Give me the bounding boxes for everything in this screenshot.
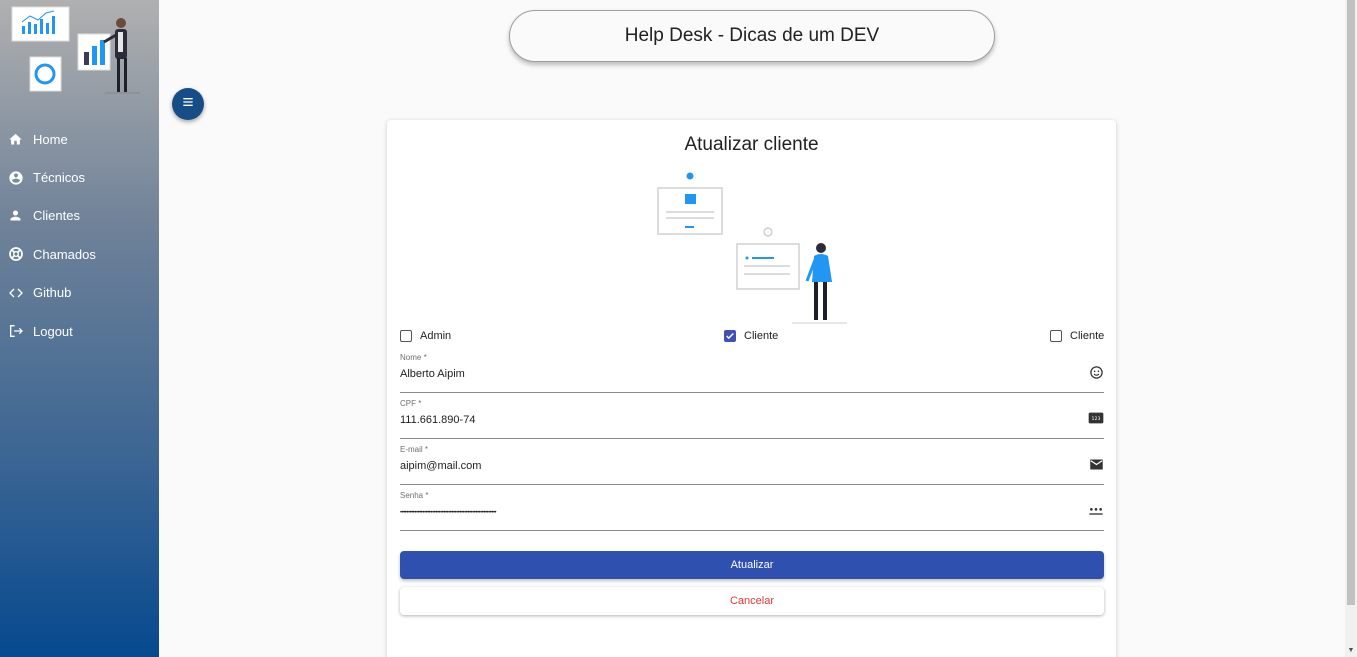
sidebar-item-label: Logout <box>33 323 73 339</box>
menu-toggle-button[interactable] <box>172 88 204 120</box>
checkbox-label: Admin <box>420 330 452 342</box>
update-client-card: Atualizar cliente Admin Cliente Cliente … <box>387 120 1116 657</box>
checkbox-label: Cliente <box>744 330 779 342</box>
scroll-down-arrow-icon[interactable]: ▼ <box>1347 647 1355 655</box>
nome-input[interactable]: Alberto Aipim <box>400 368 465 380</box>
profile-cliente-2-checkbox[interactable]: Cliente <box>1050 330 1104 342</box>
profile-checkboxes: Admin Cliente Cliente <box>400 330 1104 346</box>
sidebar-item-label: Github <box>33 285 72 301</box>
sidebar-item-label: Clientes <box>33 208 80 224</box>
logout-icon <box>7 323 24 340</box>
check-icon <box>726 332 734 340</box>
menu-icon <box>180 94 196 115</box>
form-title: Atualizar cliente <box>684 134 819 155</box>
password-icon <box>1088 502 1104 518</box>
nome-field[interactable]: Nome * Alberto Aipim <box>400 353 1104 393</box>
person-icon <box>7 207 24 224</box>
sidebar-item-chamados[interactable]: Chamados <box>0 235 159 273</box>
senha-field[interactable]: Senha * ••••••••••••••••••••••••••••••••… <box>400 491 1104 531</box>
emoji-icon <box>1088 364 1104 380</box>
checkbox-box <box>1050 330 1062 342</box>
checkbox-label: Cliente <box>1070 330 1105 342</box>
sidebar-item-label: Home <box>33 131 68 147</box>
account-circle-icon <box>7 169 24 186</box>
profile-cliente-checkbox[interactable]: Cliente <box>724 330 778 342</box>
numbers-icon: 123 <box>1088 410 1104 426</box>
sidebar-item-github[interactable]: Github <box>0 274 159 312</box>
checkbox-box <box>400 330 412 342</box>
cpf-input[interactable]: 111.661.890-74 <box>400 414 475 426</box>
sidebar: Home Técnicos Clientes Chamados Github L… <box>0 0 159 657</box>
page-scrollbar[interactable]: ▼ <box>1345 0 1357 657</box>
field-label: Nome * <box>400 353 427 362</box>
profile-update-illustration <box>657 172 847 324</box>
page-header-title: Help Desk - Dicas de um DEV <box>509 10 995 62</box>
checkbox-box-checked <box>724 330 736 342</box>
mail-icon <box>1088 456 1104 472</box>
sidebar-nav: Home Técnicos Clientes Chamados Github L… <box>0 120 159 350</box>
sidebar-item-label: Técnicos <box>33 170 86 186</box>
svg-text:123: 123 <box>1092 416 1101 422</box>
sidebar-item-label: Chamados <box>33 246 96 262</box>
sidebar-item-tecnicos[interactable]: Técnicos <box>0 158 159 196</box>
sidebar-item-clientes[interactable]: Clientes <box>0 197 159 235</box>
field-label: Senha * <box>400 491 429 500</box>
cancel-button[interactable]: Cancelar <box>400 587 1104 615</box>
cpf-field[interactable]: CPF * 111.661.890-74 123 <box>400 399 1104 439</box>
field-label: CPF * <box>400 399 422 408</box>
field-label: E-mail * <box>400 445 429 454</box>
senha-input[interactable]: ••••••••••••••••••••••••••••••••••••••••… <box>400 510 497 516</box>
sidebar-item-logout[interactable]: Logout <box>0 312 159 350</box>
scrollbar-thumb[interactable] <box>1347 0 1355 605</box>
home-icon <box>7 131 24 148</box>
sidebar-item-home[interactable]: Home <box>0 120 159 158</box>
email-input[interactable]: aipim@mail.com <box>400 460 481 472</box>
logo-illustration <box>11 6 140 94</box>
profile-admin-checkbox[interactable]: Admin <box>400 330 451 342</box>
support-icon <box>7 246 24 263</box>
email-field[interactable]: E-mail * aipim@mail.com <box>400 445 1104 485</box>
code-icon <box>7 284 24 301</box>
update-button[interactable]: Atualizar <box>400 551 1104 579</box>
